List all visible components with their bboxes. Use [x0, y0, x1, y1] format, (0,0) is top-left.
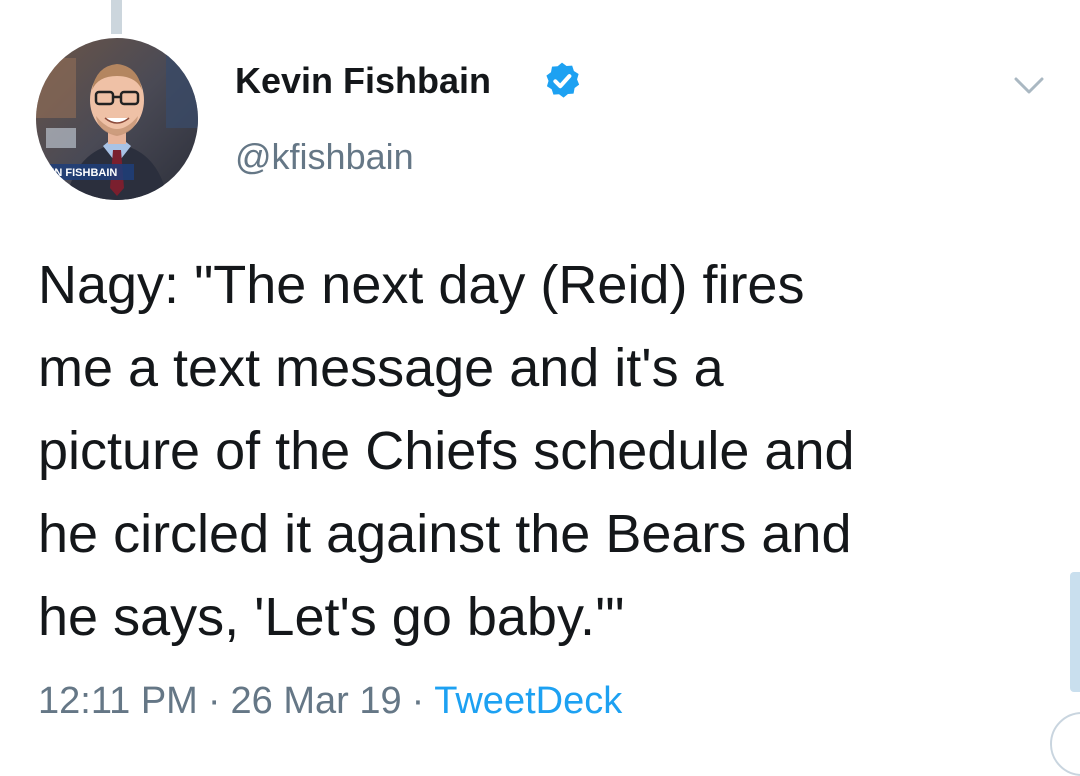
avatar-photo: VIN FISHBAIN [36, 38, 198, 200]
chevron-down-icon[interactable] [1010, 66, 1048, 104]
thread-connector-line [111, 0, 122, 34]
tweet-text-line: he says, 'Let's go baby.'" [38, 587, 625, 647]
tweet-text: Nagy: "The next day (Reid) fires me a te… [38, 244, 1048, 659]
author-display-name[interactable]: Kevin Fishbain [235, 60, 491, 102]
tweet-time[interactable]: 12:11 PM [38, 680, 198, 722]
avatar[interactable]: VIN FISHBAIN [36, 38, 198, 200]
tweet-text-line: he circled it against the Bears and [38, 504, 852, 564]
scrollbar[interactable] [1070, 572, 1080, 692]
avatar-caption: VIN FISHBAIN [44, 167, 117, 179]
tweet-metadata: 12:11 PM · 26 Mar 19 · TweetDeck [38, 680, 622, 723]
tweet-source-link[interactable]: TweetDeck [434, 680, 622, 722]
tweet-date[interactable]: 26 Mar 19 [231, 680, 402, 722]
tweet-text-line: Nagy: "The next day (Reid) fires [38, 255, 805, 315]
tweet-text-line: picture of the Chiefs schedule and [38, 421, 855, 481]
meta-separator: · [207, 680, 221, 722]
verified-badge-icon [546, 62, 580, 98]
meta-separator: · [411, 680, 425, 722]
floating-action-button[interactable] [1050, 712, 1080, 776]
tweet-text-line: me a text message and it's a [38, 338, 724, 398]
author-handle[interactable]: @kfishbain [235, 136, 414, 178]
